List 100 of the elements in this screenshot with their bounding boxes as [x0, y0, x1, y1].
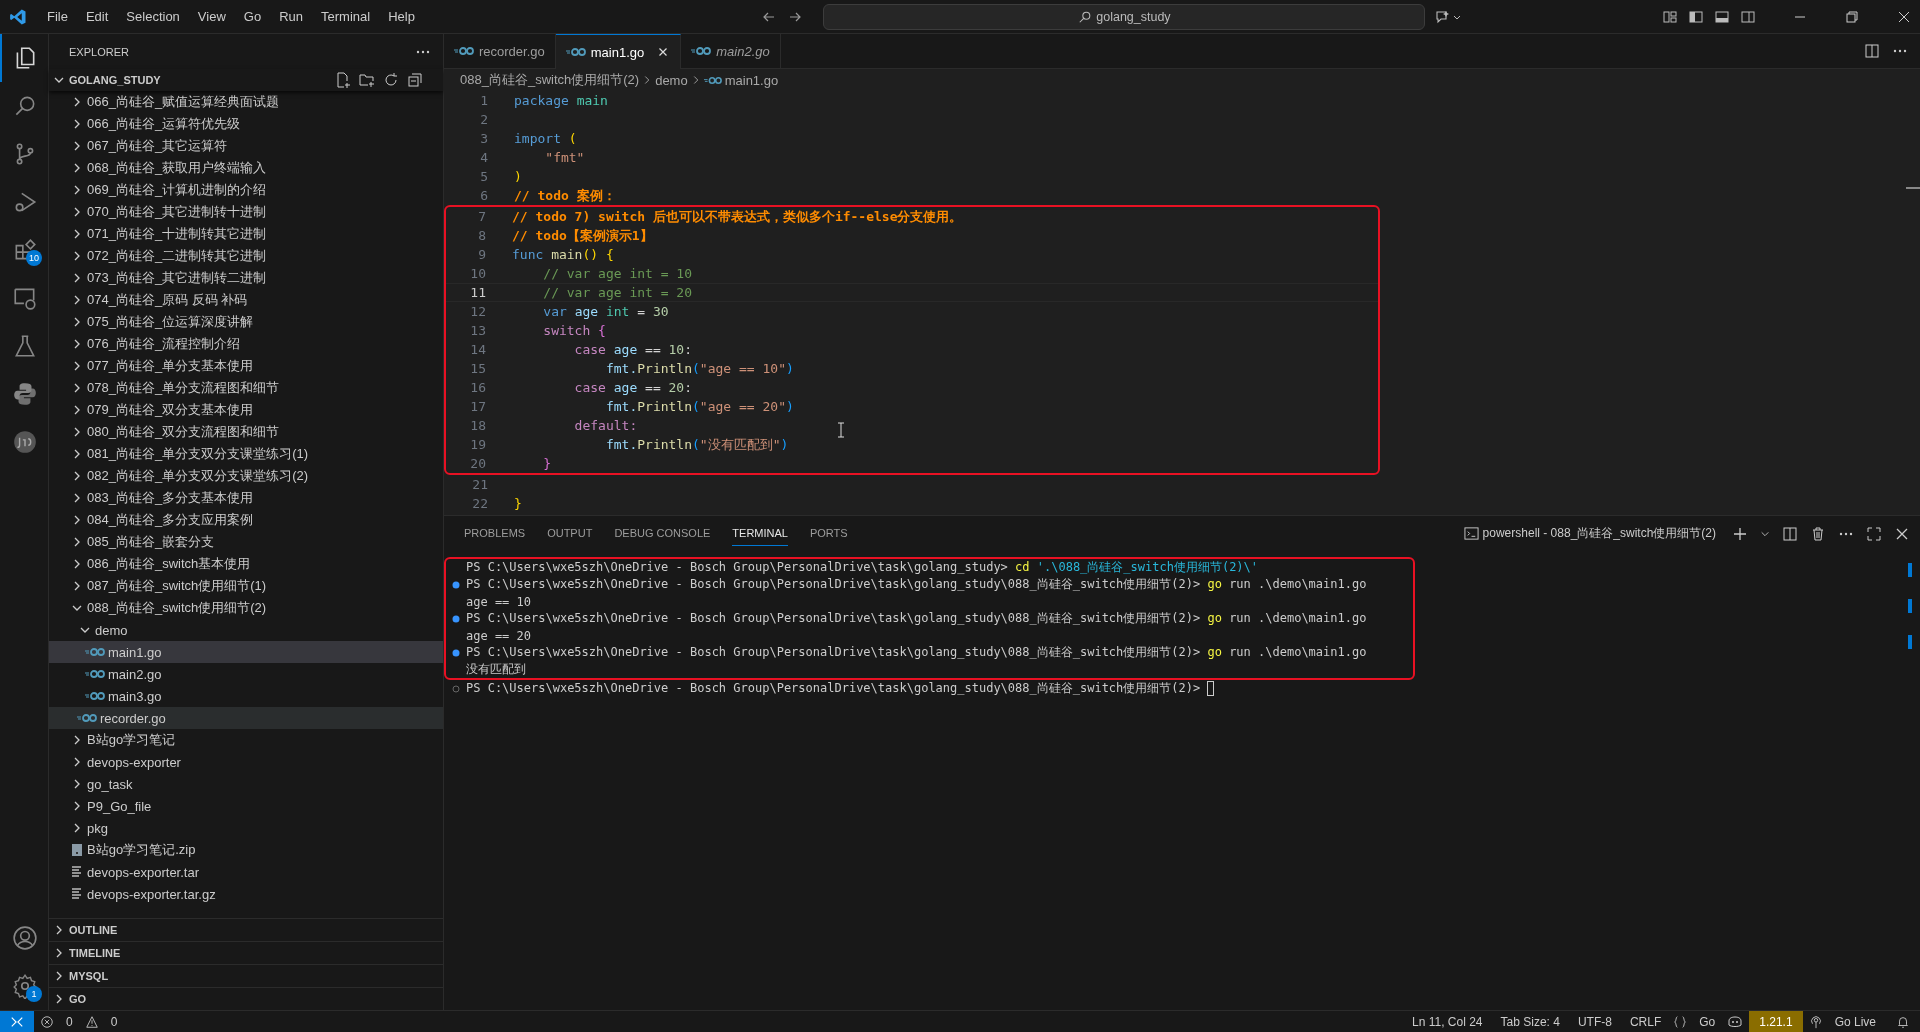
- tree-item[interactable]: 085_尚硅谷_嵌套分支: [49, 531, 443, 553]
- command-success-dot-icon[interactable]: [452, 614, 460, 623]
- menu-item[interactable]: Help: [380, 6, 423, 27]
- tree-item[interactable]: 075_尚硅谷_位运算深度讲解: [49, 311, 443, 333]
- tree-item[interactable]: go_task: [49, 773, 443, 795]
- tree-item[interactable]: P9_Go_file: [49, 795, 443, 817]
- refresh-icon[interactable]: [383, 72, 399, 88]
- bell-icon[interactable]: [1896, 1014, 1910, 1029]
- tree-item[interactable]: 079_尚硅谷_双分支基本使用: [49, 399, 443, 421]
- tree-item[interactable]: recorder.go: [49, 707, 443, 729]
- plus-icon[interactable]: [1732, 525, 1748, 542]
- new-file-icon[interactable]: [335, 72, 351, 88]
- sidebar-toggle-icon[interactable]: [1688, 8, 1704, 25]
- json-icon[interactable]: [12, 429, 38, 455]
- remote-button[interactable]: [0, 1011, 34, 1032]
- panel-tab[interactable]: OUTPUT: [547, 521, 593, 546]
- collapse-all-icon[interactable]: [407, 72, 423, 88]
- tree-item[interactable]: 066_尚硅谷_运算符优先级: [49, 113, 443, 135]
- tree-item[interactable]: 072_尚硅谷_二进制转其它进制: [49, 245, 443, 267]
- error-count[interactable]: 0: [60, 1014, 79, 1029]
- tree-item[interactable]: 087_尚硅谷_switch使用细节(1): [49, 575, 443, 597]
- tree-item[interactable]: B站go学习笔记.zip: [49, 839, 443, 861]
- breadcrumb-item[interactable]: 088_尚硅谷_switch使用细节(2): [460, 71, 640, 89]
- panel-tab[interactable]: TERMINAL: [732, 521, 788, 546]
- terminal-title[interactable]: powershell - 088_尚硅谷_switch使用细节(2): [1482, 525, 1716, 542]
- command-success-dot-icon[interactable]: [452, 648, 460, 657]
- language-mode[interactable]: Go: [1693, 1014, 1722, 1029]
- tree-item[interactable]: 076_尚硅谷_流程控制介绍: [49, 333, 443, 355]
- command-success-dot-icon[interactable]: [452, 580, 460, 589]
- tree-item[interactable]: 088_尚硅谷_switch使用细节(2): [49, 597, 443, 619]
- menu-item[interactable]: Go: [235, 6, 270, 27]
- command-search-field[interactable]: golang_study: [823, 3, 1426, 30]
- tree-item[interactable]: demo: [49, 619, 443, 641]
- section-header[interactable]: MYSQL: [49, 964, 443, 987]
- tab-size[interactable]: Tab Size: 4: [1494, 1014, 1566, 1029]
- tree-item[interactable]: 077_尚硅谷_单分支基本使用: [49, 355, 443, 377]
- python-logo-icon[interactable]: [12, 381, 38, 407]
- tree-item[interactable]: main3.go: [49, 685, 443, 707]
- editor-tab[interactable]: main1.go: [555, 34, 682, 69]
- error-icon[interactable]: [40, 1014, 54, 1029]
- menu-item[interactable]: Terminal: [313, 6, 379, 27]
- panel-tab[interactable]: PROBLEMS: [464, 521, 526, 546]
- tree-item[interactable]: 066_尚硅谷_赋值运算经典面试题: [49, 91, 443, 113]
- copilot-icon[interactable]: [1727, 1013, 1744, 1030]
- section-header[interactable]: GO: [49, 987, 443, 1010]
- menu-item[interactable]: Edit: [77, 6, 117, 27]
- braces-icon[interactable]: [1673, 1014, 1688, 1029]
- tree-item[interactable]: 082_尚硅谷_单分支双分支课堂练习(2): [49, 465, 443, 487]
- tree-item[interactable]: devops-exporter.tar: [49, 861, 443, 883]
- breadcrumb-item[interactable]: demo: [655, 72, 688, 88]
- tree-item[interactable]: B站go学习笔记: [49, 729, 443, 751]
- line-ending[interactable]: CRLF: [1623, 1014, 1668, 1029]
- broadcast-icon[interactable]: [1808, 1014, 1823, 1029]
- panel-tab[interactable]: PORTS: [809, 521, 848, 546]
- warning-icon[interactable]: [84, 1014, 99, 1029]
- layout-icon[interactable]: [1662, 8, 1678, 25]
- tree-item[interactable]: devops-exporter.tar.gz: [49, 883, 443, 905]
- tree-item[interactable]: 078_尚硅谷_单分支流程图和细节: [49, 377, 443, 399]
- go-live-button[interactable]: Go Live: [1828, 1014, 1882, 1029]
- tree-item[interactable]: pkg: [49, 817, 443, 839]
- secondary-sidebar-icon[interactable]: [1740, 8, 1756, 25]
- settings-icon[interactable]: [12, 973, 38, 999]
- command-pending-dot-icon[interactable]: [452, 684, 460, 693]
- editor-tab[interactable]: main2.go: [681, 34, 782, 68]
- tree-item[interactable]: 067_尚硅谷_其它运算符: [49, 135, 443, 157]
- cursor-position[interactable]: Ln 11, Col 24: [1406, 1014, 1489, 1029]
- maximize-icon[interactable]: [1866, 525, 1882, 542]
- menu-item[interactable]: Run: [271, 6, 311, 27]
- tree-item[interactable]: 080_尚硅谷_双分支流程图和细节: [49, 421, 443, 443]
- account-icon[interactable]: [12, 925, 38, 951]
- split-terminal-icon[interactable]: [1782, 525, 1798, 542]
- menu-item[interactable]: View: [189, 6, 234, 27]
- tree-item[interactable]: 081_尚硅谷_单分支双分支课堂练习(1): [49, 443, 443, 465]
- editor-tab[interactable]: recorder.go: [444, 34, 556, 68]
- tree-item[interactable]: 086_尚硅谷_switch基本使用: [49, 553, 443, 575]
- tree-item[interactable]: 073_尚硅谷_其它进制转二进制: [49, 267, 443, 289]
- tree-item[interactable]: main2.go: [49, 663, 443, 685]
- menu-item[interactable]: File: [39, 6, 76, 27]
- tree-item[interactable]: 071_尚硅谷_十进制转其它进制: [49, 223, 443, 245]
- trash-icon[interactable]: [1810, 525, 1826, 542]
- flask-icon[interactable]: [12, 333, 38, 359]
- warning-count[interactable]: 0: [104, 1014, 124, 1029]
- tree-item[interactable]: 074_尚硅谷_原码 反码 补码: [49, 289, 443, 311]
- breadcrumb-item[interactable]: main1.go: [724, 72, 779, 88]
- tree-item[interactable]: 083_尚硅谷_多分支基本使用: [49, 487, 443, 509]
- tree-item[interactable]: main1.go: [49, 641, 443, 663]
- menu-item[interactable]: Selection: [118, 6, 188, 27]
- tree-item[interactable]: 084_尚硅谷_多分支应用案例: [49, 509, 443, 531]
- panel-toggle-icon[interactable]: [1714, 8, 1730, 25]
- encoding[interactable]: UTF-8: [1571, 1014, 1618, 1029]
- tree-item[interactable]: 070_尚硅谷_其它进制转十进制: [49, 201, 443, 223]
- workspace-title[interactable]: GOLANG_STUDY: [69, 74, 335, 86]
- tree-item[interactable]: devops-exporter: [49, 751, 443, 773]
- tree-item[interactable]: 068_尚硅谷_获取用户终端输入: [49, 157, 443, 179]
- go-version[interactable]: 1.21.1: [1749, 1011, 1803, 1032]
- section-header[interactable]: OUTLINE: [49, 918, 443, 941]
- panel-tab[interactable]: DEBUG CONSOLE: [614, 521, 711, 546]
- split-editor-icon[interactable]: [1864, 43, 1880, 59]
- restore-icon[interactable]: [1844, 8, 1860, 25]
- section-header[interactable]: TIMELINE: [49, 941, 443, 964]
